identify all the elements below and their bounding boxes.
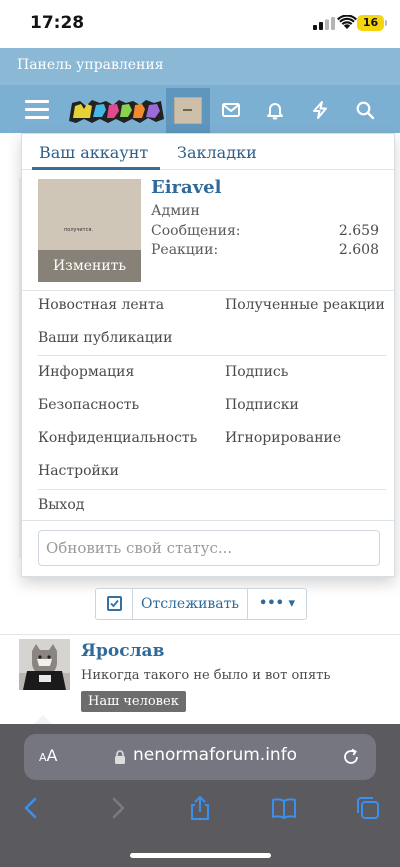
subscriptions-link[interactable]: Подписки bbox=[225, 397, 299, 413]
tab-bookmarks[interactable]: Закладки bbox=[177, 143, 257, 162]
information-link[interactable]: Информация bbox=[38, 364, 134, 380]
site-logo[interactable] bbox=[66, 97, 166, 125]
tabs-icon[interactable] bbox=[355, 795, 381, 821]
status-bar: 17:28 16 bbox=[0, 0, 400, 48]
search-icon[interactable] bbox=[355, 100, 375, 120]
ignoring-link[interactable]: Игнорирование bbox=[225, 430, 341, 446]
privacy-link[interactable]: Конфиденциальность bbox=[38, 430, 197, 446]
menu-icon[interactable] bbox=[25, 100, 49, 120]
lock-icon bbox=[115, 750, 125, 764]
reactions-received-link[interactable]: Полученные реакции bbox=[225, 297, 385, 313]
separator bbox=[22, 520, 394, 521]
separator bbox=[38, 489, 386, 490]
divider bbox=[0, 634, 400, 635]
battery-indicator: 16 bbox=[357, 15, 384, 31]
status-input[interactable] bbox=[38, 530, 380, 566]
profile-username[interactable]: Eiravel bbox=[151, 177, 221, 198]
bolt-icon[interactable] bbox=[310, 100, 330, 120]
wifi-icon bbox=[337, 15, 357, 29]
messages-count: 2.659 bbox=[338, 223, 379, 239]
logout-link[interactable]: Выход bbox=[38, 497, 84, 513]
signal-icon bbox=[313, 17, 335, 30]
tab-your-account[interactable]: Ваш аккаунт bbox=[39, 143, 148, 162]
checkbox-icon bbox=[107, 596, 122, 611]
user-title-badge: Наш человек bbox=[81, 691, 186, 712]
edit-avatar-button[interactable]: Изменить bbox=[38, 250, 141, 282]
post-author-avatar[interactable] bbox=[19, 639, 70, 690]
bookmarks-icon[interactable] bbox=[271, 795, 297, 821]
post-snippet: Никогда такого не было и вот опять bbox=[81, 668, 331, 683]
settings-link[interactable]: Настройки bbox=[38, 463, 119, 479]
status-time: 17:28 bbox=[30, 13, 85, 33]
profile-photo[interactable]: получится. Изменить bbox=[38, 179, 141, 282]
reactions-count: 2.608 bbox=[338, 242, 379, 258]
dropdown-tabs: Ваш аккаунт Закладки bbox=[22, 134, 394, 170]
reader-options-button[interactable]: AA bbox=[39, 746, 57, 765]
admin-bar[interactable]: Панель управления bbox=[0, 48, 400, 85]
signature-link[interactable]: Подпись bbox=[225, 364, 288, 380]
post-author[interactable]: Ярослав bbox=[81, 641, 164, 661]
thread-actions: Отслеживать ••• ▾ bbox=[95, 588, 307, 620]
account-dropdown: Ваш аккаунт Закладки получится. Изменить… bbox=[21, 133, 395, 577]
news-feed-link[interactable]: Новостная лента bbox=[38, 297, 164, 313]
avatar-detail bbox=[183, 109, 192, 111]
photo-caption: получится. bbox=[64, 227, 93, 233]
reactions-label: Реакции: bbox=[151, 242, 219, 258]
battery-nub bbox=[385, 20, 387, 26]
more-options-button[interactable]: ••• ▾ bbox=[248, 589, 306, 619]
share-icon[interactable] bbox=[187, 795, 213, 821]
your-posts-link[interactable]: Ваши публикации bbox=[38, 330, 172, 346]
back-icon[interactable] bbox=[19, 795, 45, 821]
bell-icon[interactable] bbox=[265, 100, 285, 120]
reload-icon[interactable] bbox=[341, 747, 361, 767]
security-link[interactable]: Безопасность bbox=[38, 397, 139, 413]
forward-icon[interactable] bbox=[104, 795, 130, 821]
url-text[interactable]: nenormaforum.info bbox=[133, 745, 297, 765]
separator bbox=[38, 355, 386, 356]
messages-label: Сообщения: bbox=[151, 223, 241, 239]
separator bbox=[22, 290, 394, 291]
admin-panel-link[interactable]: Панель управления bbox=[17, 57, 164, 73]
envelope-icon[interactable] bbox=[221, 100, 241, 120]
active-tab-indicator bbox=[32, 167, 160, 170]
select-checkbox[interactable] bbox=[96, 589, 133, 619]
home-indicator bbox=[130, 853, 271, 858]
profile-role: Админ bbox=[151, 203, 200, 219]
watch-button[interactable]: Отслеживать bbox=[133, 589, 248, 619]
